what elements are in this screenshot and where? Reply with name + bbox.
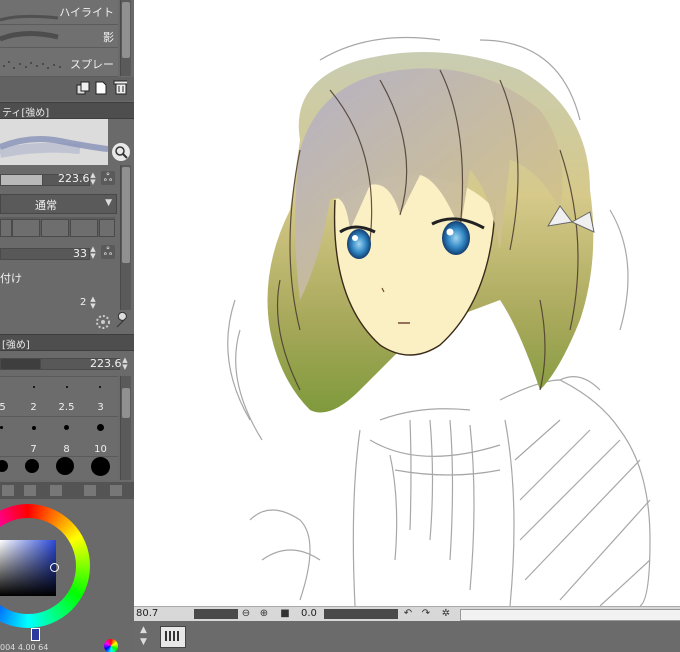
brush-size-dot[interactable] xyxy=(32,426,36,430)
scrollbar-thumb[interactable] xyxy=(122,388,130,418)
brush-size-dot[interactable] xyxy=(64,425,69,430)
count-spinner[interactable]: ▲ ▼ xyxy=(89,296,97,310)
brush-stroke-preview-icon xyxy=(0,31,59,42)
subtool-label: 影 xyxy=(103,31,114,44)
blend-mode-select[interactable]: 通常 ▼ xyxy=(0,194,117,214)
scrollbar-thumb[interactable] xyxy=(122,167,130,263)
brush-size-slider-fill[interactable] xyxy=(0,174,44,186)
new-subtool-icon[interactable] xyxy=(94,81,108,95)
segment-button[interactable] xyxy=(0,219,12,237)
brush-size-label[interactable]: 2.5 xyxy=(50,402,83,413)
brush-size-spinner[interactable]: ▲ ▼ xyxy=(89,172,97,186)
chevron-down-icon: ▼ xyxy=(105,198,112,208)
canvas-status-bar: 80.7 ⊖ ⊕ ■ 0.0 ↶ ↷ ✲ xyxy=(134,606,680,622)
copy-subtool-icon[interactable] xyxy=(76,81,90,95)
brush-size-scrollbar[interactable] xyxy=(120,376,131,480)
color-picker-handle[interactable] xyxy=(50,563,59,572)
brush-size-palette-slider-fill[interactable] xyxy=(0,358,42,370)
brush-size-palette-title: [強め] xyxy=(2,340,30,351)
spray-preview-icon xyxy=(3,61,61,69)
brush-size-label[interactable]: 10 xyxy=(84,444,117,455)
zoom-value[interactable]: 80.7 xyxy=(136,608,158,619)
segment-button[interactable] xyxy=(41,219,69,237)
wrench-icon[interactable] xyxy=(113,311,131,330)
rotation-slider[interactable] xyxy=(324,609,398,619)
brush-size-palette-spinner[interactable]: ▲ ▼ xyxy=(121,357,129,371)
brush-size-dot[interactable] xyxy=(99,386,101,388)
subtool-label: ハイライト xyxy=(59,6,114,19)
brush-stroke-preview xyxy=(0,136,109,158)
brush-size-palette-value[interactable]: 223.6 xyxy=(90,357,122,370)
chevron-up-icon[interactable]: ▲ xyxy=(140,625,147,635)
opacity-value[interactable]: 33 xyxy=(73,247,87,260)
brush-size-dot[interactable] xyxy=(0,426,3,429)
tool-property-title: ティ[強め] xyxy=(2,108,50,119)
option-label: 付け xyxy=(0,272,22,285)
segment-button[interactable] xyxy=(12,219,40,237)
tool-property-scrollbar[interactable] xyxy=(120,165,131,310)
brush-size-grid: 5 2 2.5 3 7 8 10 xyxy=(0,376,118,480)
brush-size-label[interactable]: 7 xyxy=(17,444,50,455)
brush-size-header: [強め] xyxy=(0,334,134,351)
zoom-slider[interactable] xyxy=(194,609,238,619)
delete-trash-icon[interactable] xyxy=(113,80,127,95)
count-value[interactable]: 2 xyxy=(80,297,86,308)
segment-button[interactable] xyxy=(70,219,98,237)
opacity-spinner[interactable]: ▲ ▼ xyxy=(89,246,97,260)
settings-gear-icon[interactable] xyxy=(94,313,112,331)
left-panel: ハイライト 影 スプレー ティ[強め] 223.6 ▲ ▼ ஃ 通常 ▼ 33 … xyxy=(0,0,134,652)
horizontal-scrollbar[interactable] xyxy=(460,609,680,621)
brush-preview xyxy=(0,119,109,165)
segment-button[interactable] xyxy=(99,219,115,237)
timeline-strip: ▲ ▼ xyxy=(134,621,680,652)
subtool-item-shadow[interactable]: 影 xyxy=(0,25,118,48)
color-mode-icon[interactable] xyxy=(104,639,118,652)
brush-size-label[interactable]: 8 xyxy=(50,444,83,455)
reset-rotation-icon[interactable]: ✲ xyxy=(440,608,452,620)
brush-size-label[interactable]: 2 xyxy=(17,402,50,413)
blend-mode-value: 通常 xyxy=(35,199,57,212)
rotation-value[interactable]: 0.0 xyxy=(301,608,317,619)
subtool-toolbar xyxy=(0,77,134,101)
brush-tip-segments xyxy=(0,217,115,237)
color-saturation-square[interactable] xyxy=(0,540,56,596)
color-wheel-footer: 004 4.00 64 xyxy=(0,643,49,652)
scrollbar-thumb[interactable] xyxy=(122,2,130,58)
brush-size-dot[interactable] xyxy=(33,386,35,388)
brush-size-value[interactable]: 223.6 xyxy=(58,172,90,185)
brush-size-dot[interactable] xyxy=(0,460,8,472)
subtool-scrollbar[interactable] xyxy=(120,0,131,76)
subtool-label: スプレー xyxy=(70,58,114,71)
palette-tab[interactable] xyxy=(110,485,122,496)
chevron-down-icon[interactable]: ▼ xyxy=(140,637,147,647)
magnifier-wrench-icon[interactable] xyxy=(112,143,130,161)
palette-tab[interactable] xyxy=(24,485,36,496)
brush-stroke-preview-icon xyxy=(0,14,59,22)
drawing-canvas[interactable] xyxy=(134,0,680,606)
zoom-out-icon[interactable]: ⊖ xyxy=(240,608,252,620)
hue-handle[interactable] xyxy=(31,628,40,641)
illustration xyxy=(227,36,651,606)
brush-size-label[interactable]: 3 xyxy=(84,402,117,413)
color-wheel-panel: 004 4.00 64 xyxy=(0,500,134,652)
brush-size-dot[interactable] xyxy=(97,424,104,431)
brush-size-dot[interactable] xyxy=(56,457,74,475)
subtool-item-highlight[interactable]: ハイライト xyxy=(0,0,118,25)
layer-thumbnail-icon[interactable] xyxy=(160,626,186,648)
palette-tab[interactable] xyxy=(50,485,62,496)
rotate-left-icon[interactable]: ↶ xyxy=(402,608,414,620)
tool-property-header: ティ[強め] xyxy=(0,102,134,119)
palette-tab[interactable] xyxy=(2,485,14,496)
rotate-right-icon[interactable]: ↷ xyxy=(420,608,432,620)
brush-size-dot[interactable] xyxy=(91,457,110,476)
fit-screen-icon[interactable]: ■ xyxy=(279,608,291,620)
pressure-settings-icon[interactable]: ஃ xyxy=(101,171,115,185)
palette-tab-strip xyxy=(0,482,134,499)
brush-size-dot[interactable] xyxy=(25,459,39,473)
palette-tab[interactable] xyxy=(84,485,96,496)
pressure-settings-icon[interactable]: ஃ xyxy=(101,245,115,259)
brush-size-dot[interactable] xyxy=(66,386,68,388)
zoom-in-icon[interactable]: ⊕ xyxy=(258,608,270,620)
subtool-item-spray[interactable]: スプレー xyxy=(0,48,118,77)
